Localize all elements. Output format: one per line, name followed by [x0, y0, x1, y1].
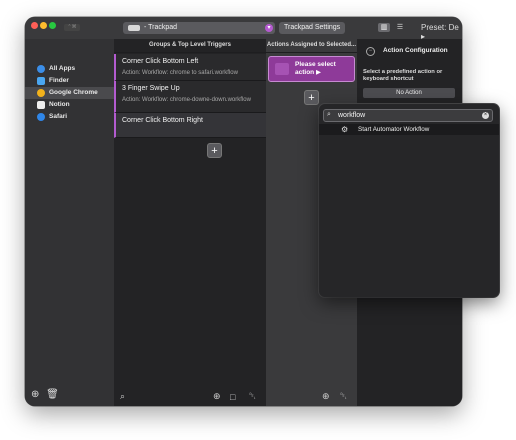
add-icon[interactable]: ⊕ — [322, 391, 330, 402]
gear-icon: ⚙ — [341, 125, 349, 134]
trigger-type-select[interactable]: - Trackpad ▾ — [123, 22, 275, 34]
action-search-field[interactable]: ⌕ workflow × — [323, 109, 493, 122]
list-item[interactable]: ⚙ Start Automator Workflow — [319, 124, 499, 135]
trigger-title: Corner Click Bottom Left — [122, 58, 199, 65]
chevron-updown-icon: ▾ — [265, 24, 273, 32]
finder-icon — [37, 77, 45, 85]
search-icon[interactable]: ⌕ — [120, 391, 125, 402]
sidebar-item-label: Safari — [49, 113, 68, 120]
clear-icon[interactable]: × — [482, 112, 489, 119]
trigger-type-label: - Trackpad — [144, 24, 178, 31]
columns-view-icon[interactable]: ▥ — [378, 23, 390, 32]
action-placeholder-icon — [275, 63, 289, 75]
trash-icon[interactable]: 🗑 — [46, 389, 59, 400]
chrome-icon — [37, 89, 45, 97]
trackpad-settings-button[interactable]: Trackpad Settings — [279, 22, 346, 34]
sidebar-item-label: All Apps — [49, 65, 76, 72]
globe-icon — [37, 65, 45, 73]
minimize-button[interactable] — [40, 22, 47, 29]
safari-icon — [37, 113, 45, 121]
config-description: Select a predefined action or keyboard s… — [363, 69, 443, 82]
collapse-icon[interactable]: − — [366, 47, 375, 56]
trigger-subtitle: Action: Workflow: chrome to safari.workf… — [122, 70, 238, 76]
add-action-button[interactable]: + — [304, 90, 319, 105]
triggers-column: Groups & Top Level Triggers Corner Click… — [114, 39, 268, 406]
trash-icon[interactable]: ␡ — [249, 391, 256, 402]
notion-icon — [37, 101, 45, 109]
sidebar-item-label: Finder — [49, 77, 69, 84]
close-button[interactable] — [31, 22, 38, 29]
trigger-item[interactable]: 3 Finger Swipe Up Action: Workflow: chro… — [114, 81, 268, 113]
sidebar-bottom-bar: ⊕ 🗑 — [31, 389, 59, 400]
list-view-icon[interactable]: ☰ — [394, 23, 406, 32]
shortcut-badge: ⌃⌘ — [64, 24, 80, 31]
sidebar-item-label: Google Chrome — [49, 89, 98, 96]
trigger-title: 3 Finger Swipe Up — [122, 85, 180, 92]
folder-icon[interactable]: □ — [230, 392, 235, 402]
zoom-button[interactable] — [49, 22, 56, 29]
config-title: Action Configuration — [383, 47, 448, 54]
sidebar-item-label: Notion — [49, 101, 70, 108]
trigger-item-selected[interactable]: Corner Click Bottom Right — [114, 113, 268, 138]
triggers-header: Groups & Top Level Triggers — [114, 39, 266, 53]
result-label: Start Automator Workflow — [358, 126, 430, 133]
trigger-title: Corner Click Bottom Right — [122, 117, 203, 124]
add-trigger-button[interactable]: + — [207, 143, 222, 158]
trash-icon[interactable]: ␡ — [340, 391, 347, 402]
actions-header: Actions Assigned to Selected... — [266, 39, 357, 53]
trigger-item[interactable]: Corner Click Bottom Left Action: Workflo… — [114, 54, 268, 81]
trackpad-icon — [128, 25, 140, 31]
title-bar: ⌃⌘ - Trackpad ▾ Trackpad Settings ▥ ☰ Pr… — [25, 17, 462, 41]
trigger-subtitle: Action: Workflow: chrome-downe-down.work… — [122, 97, 251, 103]
sidebar-item-safari[interactable]: Safari — [25, 111, 114, 123]
add-app-icon[interactable]: ⊕ — [31, 389, 39, 400]
app-sidebar: All Apps Finder Google Chrome Notion Saf… — [25, 39, 115, 406]
sidebar-item-finder[interactable]: Finder — [25, 75, 114, 87]
add-icon[interactable]: ⊕ — [213, 391, 221, 402]
search-icon: ⌕ — [327, 111, 331, 118]
action-card-label: Please select action ▶ — [295, 61, 336, 76]
sidebar-item-google-chrome[interactable]: Google Chrome — [25, 87, 114, 99]
action-card[interactable]: Please select action ▶ — [268, 56, 355, 82]
sidebar-item-notion[interactable]: Notion — [25, 99, 114, 111]
search-input[interactable]: workflow — [338, 112, 365, 119]
no-action-select[interactable]: No Action — [363, 88, 455, 98]
action-search-popup: ⌕ workflow × ⚙ Start Automator Workflow — [319, 104, 499, 297]
sidebar-item-all-apps[interactable]: All Apps — [25, 63, 114, 75]
